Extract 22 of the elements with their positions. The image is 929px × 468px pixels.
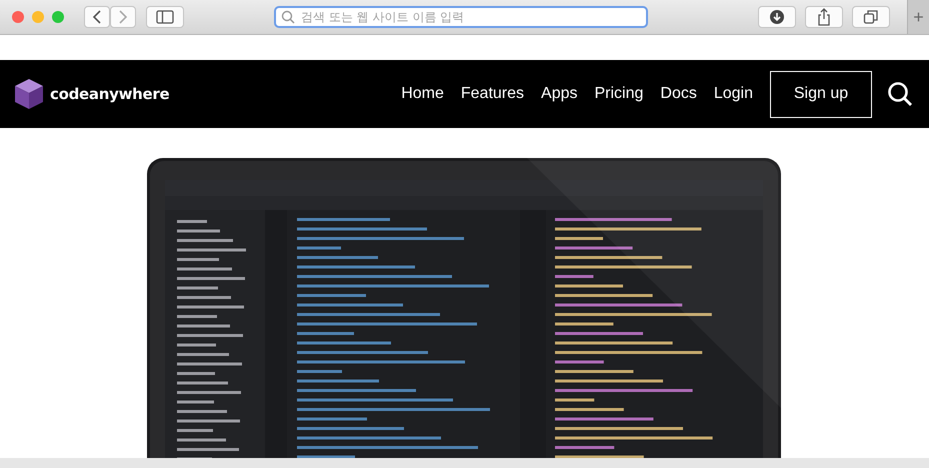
sidebar-button[interactable] [146, 6, 184, 28]
nav-link[interactable]: Features [460, 85, 524, 103]
nav-link[interactable]: Pricing [594, 85, 644, 103]
tabs-icon [863, 9, 879, 25]
nav-link[interactable]: Apps [541, 85, 578, 103]
signup-button[interactable]: Sign up [770, 70, 872, 118]
chevron-right-icon [119, 10, 128, 24]
back-button[interactable] [84, 6, 110, 28]
download-icon [769, 9, 785, 25]
download-button[interactable] [758, 6, 796, 28]
nav-link[interactable]: Docs [660, 85, 697, 103]
site-logo[interactable]: codeanywhere [50, 85, 170, 103]
search-icon[interactable] [887, 81, 913, 107]
address-field[interactable]: 검색 또는 웹 사이트 이름 입력 [274, 6, 648, 28]
nav-link[interactable]: Login [714, 85, 753, 103]
cube-logo-icon [14, 78, 44, 110]
tabs-button[interactable] [852, 6, 890, 28]
share-icon [817, 8, 831, 26]
share-button[interactable] [805, 6, 843, 28]
chevron-left-icon [92, 10, 101, 24]
sidebar-icon [156, 10, 174, 24]
nav-link[interactable]: Home [401, 85, 444, 103]
